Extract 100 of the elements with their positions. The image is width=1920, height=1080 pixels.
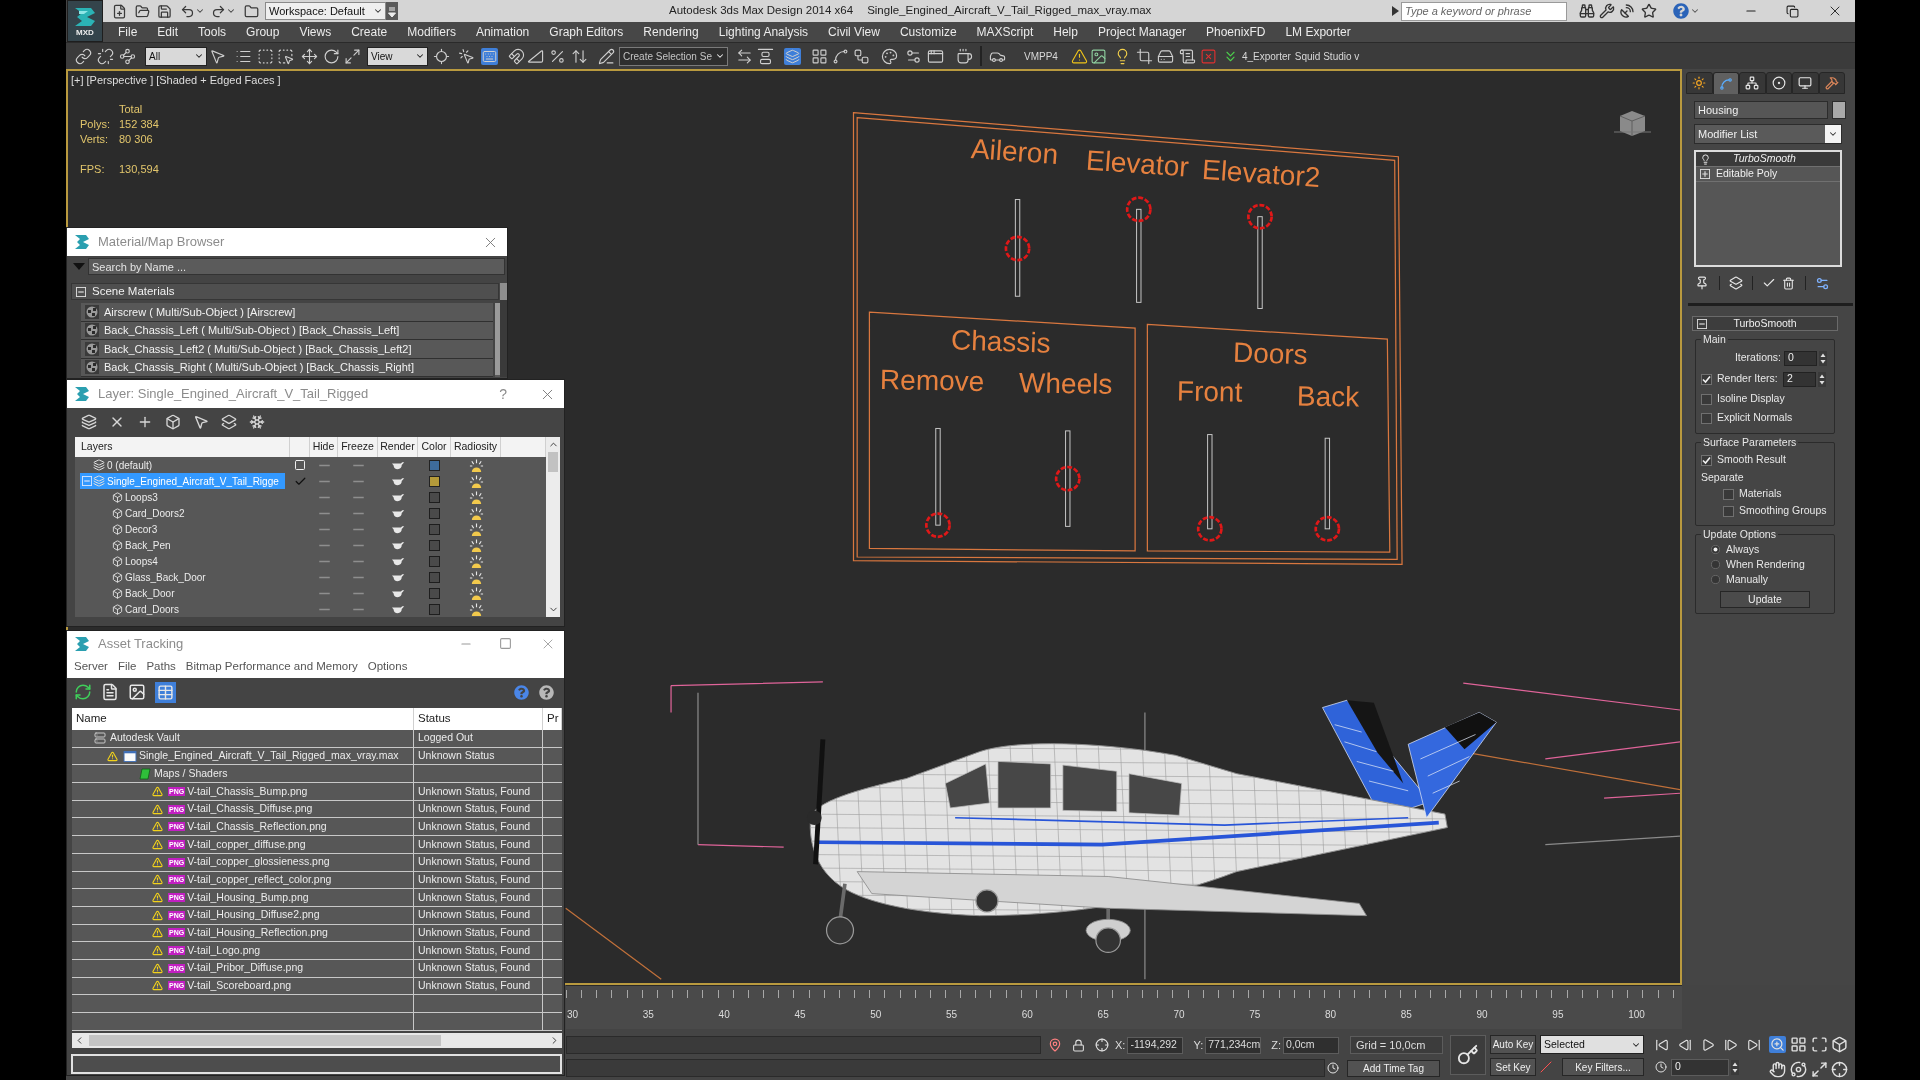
new-file-icon[interactable] (112, 3, 127, 19)
menu-item[interactable]: Graph Editors (539, 26, 634, 38)
swatch-box-icon[interactable] (429, 523, 440, 535)
cursor-icon[interactable] (209, 47, 226, 65)
scrollbar[interactable] (500, 283, 507, 377)
panel-tab[interactable] (1792, 72, 1819, 94)
region-select-icon[interactable] (277, 47, 294, 65)
menu-item[interactable]: PhoenixFD (1196, 26, 1276, 38)
app-menu-button[interactable]: MXD (67, 0, 103, 42)
swatch-box-icon[interactable] (429, 539, 440, 551)
swatch-box-icon[interactable] (429, 491, 440, 503)
binoculars-icon[interactable] (1579, 3, 1595, 19)
radio-button[interactable] (1711, 575, 1720, 585)
menu-item[interactable]: LM Exporter (1275, 26, 1361, 38)
dashed-square-icon[interactable] (257, 47, 274, 65)
plus-icon[interactable] (1700, 169, 1710, 179)
spinner-arrows-icon[interactable] (1819, 350, 1827, 366)
open-folder-icon[interactable] (135, 3, 150, 19)
menu-item[interactable]: Modifiers (397, 26, 466, 38)
crosshair-icon[interactable] (1831, 1060, 1849, 1078)
color-swatch-icon[interactable] (429, 459, 440, 471)
waypoints-icon[interactable] (119, 47, 136, 65)
scrollbar-thumb[interactable] (548, 452, 558, 472)
viewport-menu[interactable]: [+] (71, 75, 84, 86)
search-field[interactable]: Search by Name ... (88, 258, 505, 275)
status-field[interactable] (71, 1054, 562, 1074)
expand-icon[interactable] (1810, 1060, 1828, 1078)
stack-item[interactable]: TurboSmooth (1696, 152, 1840, 167)
menu-item[interactable]: Edit (147, 26, 189, 38)
coordinate-field[interactable]: -1194,292 (1127, 1036, 1184, 1054)
crosshair-icon[interactable] (1095, 1038, 1109, 1052)
scrollbar-thumb[interactable] (500, 283, 507, 300)
key-mode-dropdown[interactable]: Selected (1540, 1035, 1644, 1054)
layers-icon[interactable] (221, 414, 237, 430)
sliders-icon[interactable] (905, 47, 922, 65)
swatch-box-icon[interactable] (429, 571, 440, 583)
orbit-icon[interactable] (1789, 1060, 1807, 1078)
named-selection-dropdown[interactable]: Create Selection Se (619, 46, 728, 66)
scroll-icon[interactable] (1178, 47, 1196, 65)
menu-item[interactable]: Civil View (818, 26, 890, 38)
step-forward-icon[interactable] (1724, 1037, 1738, 1052)
set-key-mode-button[interactable] (1450, 1035, 1486, 1075)
maximize-icon[interactable] (499, 637, 512, 650)
column-header[interactable]: Render (380, 439, 415, 455)
modifier-list-dropdown[interactable]: Modifier List (1694, 124, 1842, 144)
square-icon[interactable] (294, 459, 306, 471)
menu-item[interactable]: Project Manager (1087, 26, 1196, 38)
set-key-button[interactable]: Set Key (1490, 1058, 1536, 1076)
menu-item[interactable]: Rendering (633, 26, 709, 38)
pin-icon[interactable] (1048, 1038, 1062, 1052)
group-header[interactable]: Scene Materials (71, 283, 499, 300)
swatch-box-icon[interactable] (429, 507, 440, 519)
macro-button[interactable]: VMPP4 (1024, 48, 1058, 64)
star-icon[interactable] (1641, 3, 1657, 19)
menu-item[interactable]: Create (341, 26, 398, 38)
menu-item[interactable]: MAXScript (966, 26, 1044, 38)
keyboard-icon[interactable] (481, 47, 498, 65)
layer-item[interactable]: Card_Doors2 (80, 505, 285, 521)
wrench-icon[interactable] (1599, 3, 1615, 19)
teapot-icon[interactable] (391, 588, 405, 598)
table-icon[interactable] (155, 681, 176, 703)
viewcube-icon[interactable] (1614, 108, 1651, 137)
move-icon[interactable] (301, 47, 318, 65)
auto-key-button[interactable]: Auto Key (1490, 1035, 1536, 1054)
layers-icon[interactable] (784, 47, 801, 65)
pin-icon[interactable] (1695, 276, 1709, 290)
crop-icon[interactable] (1135, 47, 1153, 65)
skip-forward-icon[interactable] (1747, 1037, 1761, 1052)
step-back-icon[interactable] (1678, 1037, 1692, 1052)
save-icon[interactable] (157, 3, 172, 19)
help-icon[interactable] (1673, 3, 1689, 19)
workspace-dropdown[interactable]: Workspace: Default (265, 2, 386, 20)
teapot-icon[interactable] (391, 604, 405, 614)
selection-filter-dropdown[interactable]: All (145, 46, 207, 66)
grid-icon[interactable] (811, 47, 828, 65)
teapot-icon[interactable] (391, 556, 405, 566)
script-field[interactable] (566, 1059, 1325, 1077)
tick-icon[interactable] (1762, 276, 1776, 290)
pointer-click-icon[interactable] (458, 47, 475, 65)
menu-item[interactable]: Lighting Analysis (708, 26, 819, 38)
macro-button[interactable]: Squid Studio v (1294, 48, 1360, 64)
satellite-dish-icon[interactable] (1619, 3, 1635, 19)
pencil-icon[interactable] (598, 47, 615, 65)
panel-tab[interactable] (1765, 72, 1792, 94)
color-swatch-icon[interactable] (1832, 101, 1846, 119)
spinner-arrows-icon[interactable] (1818, 371, 1826, 387)
checkbox[interactable] (1723, 505, 1734, 517)
menu-item[interactable]: Tools (188, 26, 237, 38)
material-item[interactable]: Airscrew ( Multi/Sub-Object ) [Airscrew] (81, 303, 493, 322)
checkbox[interactable] (1701, 373, 1712, 385)
horizontal-scrollbar[interactable] (72, 1033, 562, 1048)
menu-item[interactable]: Server (69, 658, 113, 676)
swatch-box-icon[interactable] (429, 555, 440, 567)
teapot-icon[interactable] (956, 47, 973, 65)
image-icon[interactable] (1089, 47, 1107, 65)
play-icon[interactable] (1701, 1037, 1715, 1052)
refresh-icon[interactable] (74, 683, 92, 701)
pivot-icon[interactable] (433, 47, 450, 65)
column-header[interactable]: Radiosity (453, 439, 498, 455)
lock-icon[interactable] (1072, 1038, 1085, 1052)
